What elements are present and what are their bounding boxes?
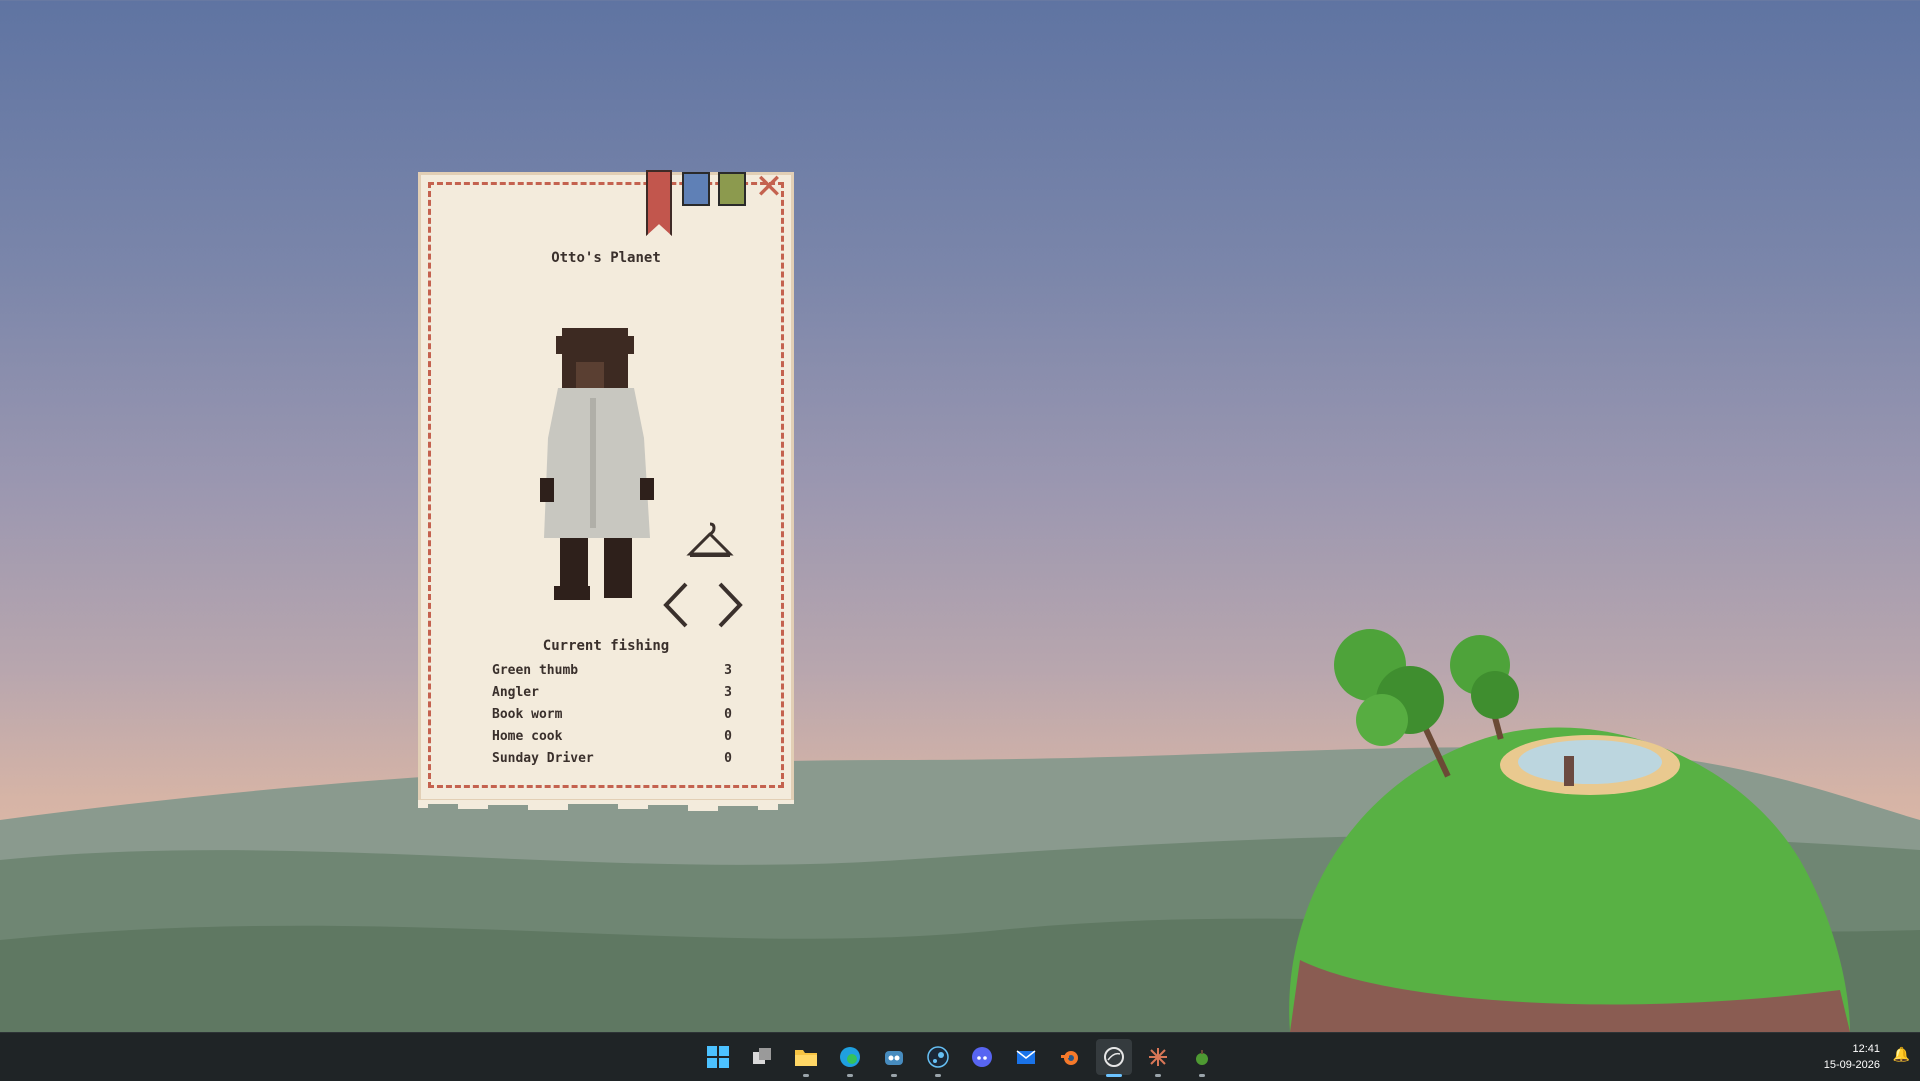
hanger-icon[interactable] bbox=[686, 520, 734, 562]
stats-list: Green thumb 3 Angler 3 Book worm 0 Home … bbox=[492, 660, 732, 770]
stat-label: Green thumb bbox=[492, 663, 579, 678]
stat-value: 0 bbox=[724, 729, 732, 744]
stat-value: 3 bbox=[724, 663, 732, 678]
stat-row: Angler 3 bbox=[492, 682, 732, 704]
notification-bell-icon[interactable]: 🔔 bbox=[1893, 1047, 1910, 1063]
stat-row: Green thumb 3 bbox=[492, 660, 732, 682]
claude-icon[interactable] bbox=[1140, 1039, 1176, 1077]
landscape-illustration bbox=[0, 629, 1920, 1032]
discord-icon[interactable] bbox=[964, 1039, 1000, 1075]
godot-icon[interactable] bbox=[876, 1039, 912, 1077]
section-title: Current fishing bbox=[542, 638, 670, 654]
task-view-icon[interactable] bbox=[744, 1039, 780, 1075]
stat-row: Home cook 0 bbox=[492, 726, 732, 748]
clock-time: 12:41 bbox=[1852, 1043, 1880, 1055]
taskbar-apps bbox=[700, 1039, 1220, 1077]
torn-edge bbox=[418, 800, 794, 811]
bookmark-green-tab[interactable] bbox=[718, 172, 746, 206]
stat-value: 0 bbox=[724, 707, 732, 722]
stat-row: Book worm 0 bbox=[492, 704, 732, 726]
file-explorer-icon[interactable] bbox=[788, 1039, 824, 1077]
next-outfit-arrow-icon[interactable] bbox=[714, 580, 748, 630]
desktop-scene bbox=[0, 0, 1920, 1032]
close-icon[interactable]: ✕ bbox=[754, 170, 784, 204]
card-title: Otto's Planet bbox=[551, 250, 661, 266]
windows-start-icon[interactable] bbox=[700, 1039, 736, 1075]
stat-label: Sunday Driver bbox=[492, 751, 594, 766]
taskbar: 12:41 15-09-2026 🔔 bbox=[0, 1032, 1920, 1081]
blender-icon[interactable] bbox=[1052, 1039, 1088, 1075]
stat-label: Home cook bbox=[492, 729, 563, 744]
app-active-icon[interactable] bbox=[1096, 1039, 1132, 1077]
stat-value: 3 bbox=[724, 685, 732, 700]
character-card: ✕ Otto's Planet Current fishing Green th… bbox=[418, 170, 794, 811]
clock-date: 15-09-2026 bbox=[1823, 1059, 1880, 1071]
previous-outfit-arrow-icon[interactable] bbox=[658, 580, 692, 630]
mail-icon[interactable] bbox=[1008, 1039, 1044, 1075]
system-clock[interactable]: 12:41 15-09-2026 bbox=[1824, 1041, 1880, 1073]
stat-label: Angler bbox=[492, 685, 539, 700]
stat-row: Sunday Driver 0 bbox=[492, 748, 732, 770]
steam-icon[interactable] bbox=[920, 1039, 956, 1077]
planet-app-icon[interactable] bbox=[1184, 1039, 1220, 1077]
bear-character-portrait bbox=[540, 328, 654, 600]
stat-label: Book worm bbox=[492, 707, 563, 722]
stat-value: 0 bbox=[724, 751, 732, 766]
bookmark-blue-tab[interactable] bbox=[682, 172, 710, 206]
edge-icon[interactable] bbox=[832, 1039, 868, 1077]
